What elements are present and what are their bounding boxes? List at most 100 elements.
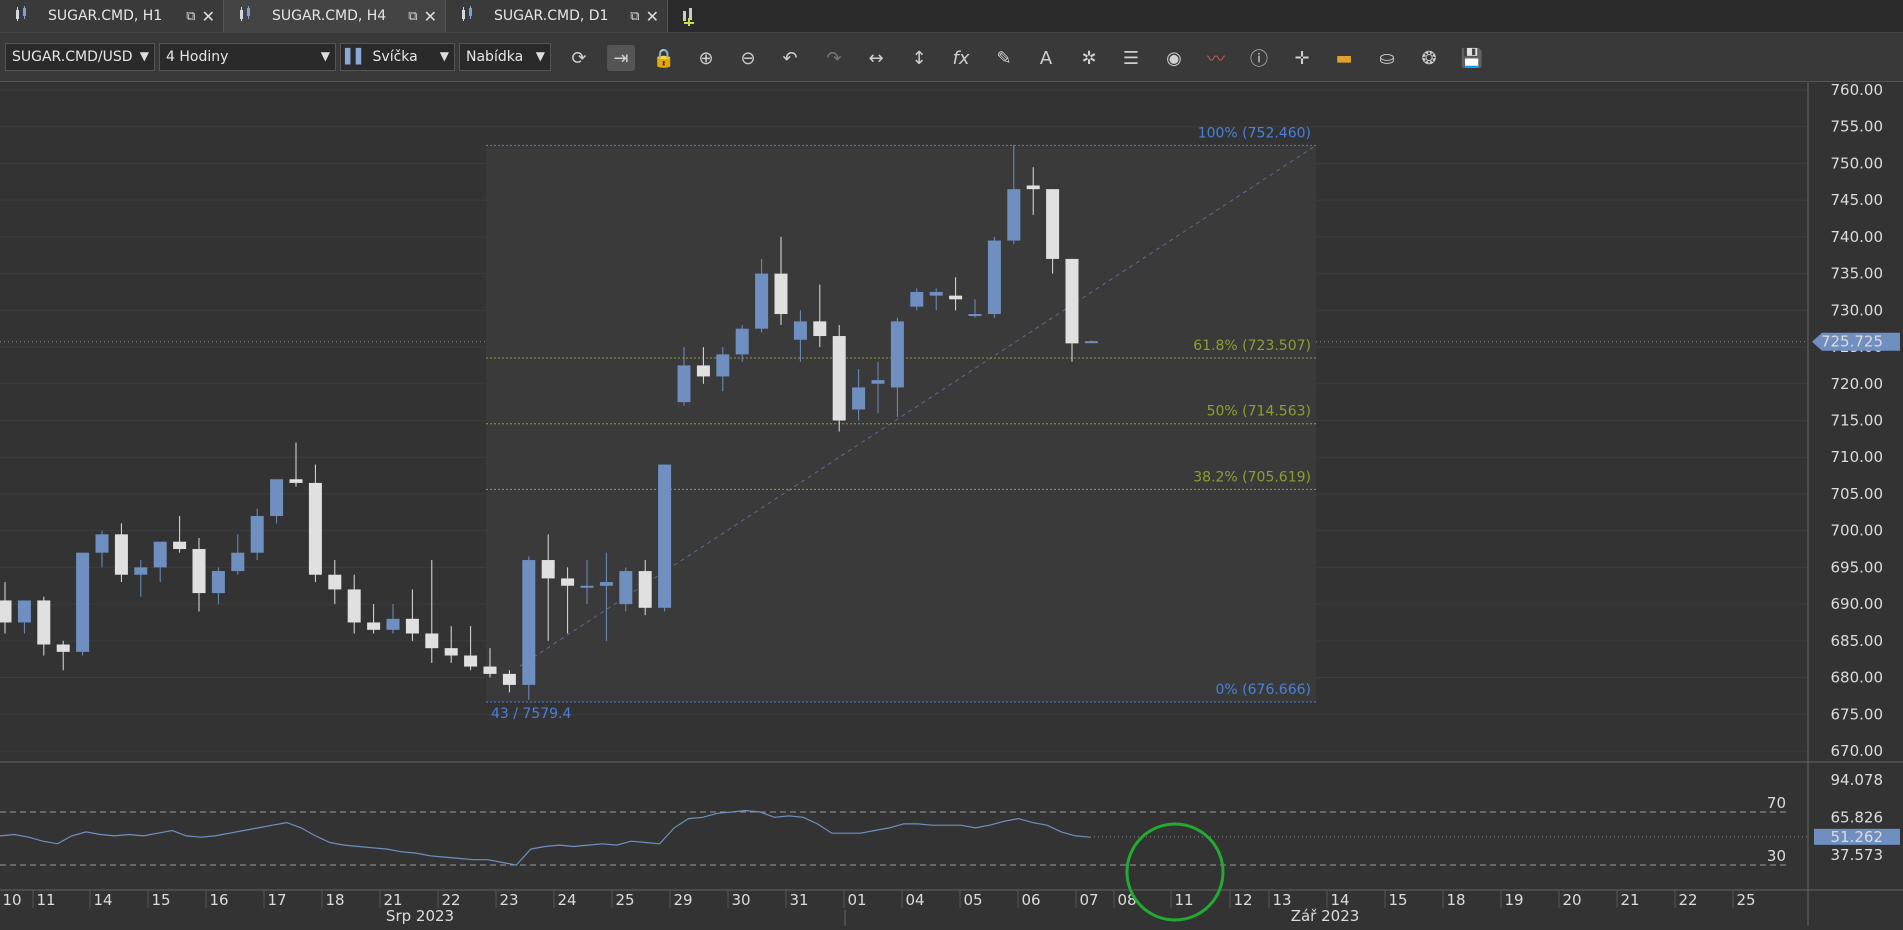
fibonacci-tool[interactable]: 100% (752.460) 61.8% (723.507) 50% (714.56… — [486, 125, 1317, 722]
crosshair-icon[interactable]: ✛ — [1288, 45, 1316, 71]
candle-body — [464, 655, 478, 667]
price-tick-label: 685.00 — [1831, 632, 1884, 650]
close-icon[interactable]: ✕ — [202, 7, 215, 26]
chart-type-value: Svíčka — [372, 49, 418, 65]
period-select[interactable]: 4 Hodiny ▼ — [159, 43, 336, 71]
price-tick-label: 670.00 — [1831, 742, 1884, 760]
candle-body — [968, 314, 982, 317]
candle-body — [1046, 189, 1060, 259]
price-chart[interactable]: 100% (752.460) 61.8% (723.507) 50% (714.56… — [0, 81, 1903, 926]
horizontal-scale-icon[interactable]: ↔ — [862, 45, 890, 71]
tab-h4[interactable]: SUGAR.CMD, H4 ⧉ ✕ — [224, 0, 446, 32]
time-tick-label: 10 — [2, 891, 21, 909]
candle-body — [425, 633, 439, 649]
function-icon[interactable]: fx — [947, 45, 975, 71]
price-tick-label: 715.00 — [1831, 412, 1884, 430]
new-chart-icon[interactable] — [680, 5, 702, 27]
current-price-label: 725.725 — [1821, 333, 1883, 351]
shift-chart-icon[interactable]: ⇥ — [607, 45, 635, 71]
price-tick-label: 730.00 — [1831, 301, 1884, 319]
time-tick-label: 18 — [325, 891, 344, 909]
candle-body — [95, 534, 109, 553]
rsi-tick-label: 94.078 — [1831, 771, 1884, 789]
text-icon[interactable]: A — [1032, 45, 1060, 71]
month-label: Zář 2023 — [1291, 907, 1360, 925]
time-tick-label: 31 — [789, 891, 808, 909]
candle-body — [1084, 341, 1098, 344]
candle-body — [755, 273, 769, 329]
candle-body — [367, 622, 381, 630]
candle-body — [483, 666, 497, 674]
candle-body — [793, 321, 807, 340]
vertical-scale-icon[interactable]: ↕ — [905, 45, 933, 71]
time-tick-label: 12 — [1233, 891, 1252, 909]
candle-body — [638, 571, 652, 608]
save-icon[interactable]: 💾 — [1458, 45, 1486, 71]
ruler-icon[interactable]: ▬ — [1330, 45, 1358, 71]
alert-chart-icon[interactable]: 〰 — [1202, 45, 1230, 71]
zoom-out-icon[interactable]: ⊖ — [734, 45, 762, 71]
chart-area[interactable]: 100% (752.460) 61.8% (723.507) 50% (714.56… — [0, 81, 1903, 926]
paint-bucket-icon[interactable]: ⛀ — [1373, 45, 1401, 71]
month-label: Srp 2023 — [386, 907, 454, 925]
candle-body — [289, 479, 303, 483]
pattern-icon[interactable]: ✲ — [1075, 45, 1103, 71]
info-icon[interactable]: ⓘ — [1245, 45, 1273, 71]
pencil-icon[interactable]: ✎ — [990, 45, 1018, 71]
side-select[interactable]: Nabídka ▼ — [459, 43, 551, 71]
sync-icon[interactable]: ❂ — [1415, 45, 1443, 71]
candle-body — [270, 479, 284, 516]
candle-body — [599, 582, 613, 586]
chevron-down-icon: ▼ — [139, 49, 149, 63]
time-axis[interactable]: 10 11 14 15 16 17 18 21 22 23 24 25 29 30 31 01 04 05 06 07… — [0, 890, 1756, 926]
eye-icon[interactable]: ◉ — [1160, 45, 1188, 71]
candle-body — [250, 515, 264, 553]
candle-body — [658, 464, 672, 608]
close-icon[interactable]: ✕ — [424, 7, 437, 26]
period-value: 4 Hodiny — [166, 49, 229, 65]
rsi-current-label: 51.262 — [1831, 828, 1884, 846]
time-tick-label: 11 — [36, 891, 55, 909]
price-tick-label: 750.00 — [1831, 154, 1884, 172]
undo-icon[interactable]: ↶ — [776, 45, 804, 71]
candle-body — [56, 644, 70, 652]
detach-icon[interactable]: ⧉ — [630, 9, 639, 24]
candles-icon — [460, 6, 478, 26]
time-tick-label: 15 — [151, 891, 170, 909]
candle — [76, 552, 90, 656]
candle-body — [444, 648, 458, 656]
tab-h1[interactable]: SUGAR.CMD, H1 ⧉ ✕ — [0, 0, 224, 32]
tab-label: SUGAR.CMD, H4 — [272, 8, 387, 24]
candle-body — [813, 321, 827, 337]
price-axis[interactable]: 760.00 755.00 750.00 745.00 740.00 735.00 730.… — [1812, 81, 1900, 760]
detach-icon[interactable]: ⧉ — [408, 9, 417, 24]
time-tick-label: 29 — [673, 891, 692, 909]
tab-d1[interactable]: SUGAR.CMD, D1 ⧉ ✕ — [446, 0, 668, 32]
detach-icon[interactable]: ⧉ — [186, 9, 195, 24]
lock-icon[interactable]: 🔒 — [650, 45, 678, 71]
rsi-pane: 70 30 94.078 65.826 37.57351.262 — [0, 771, 1900, 866]
instrument-select[interactable]: SUGAR.CMD/USD ▼ — [5, 43, 155, 71]
time-tick-label: 11 — [1174, 891, 1193, 909]
candle — [658, 464, 672, 612]
chart-type-select[interactable]: ▌▌ Svíčka ▼ — [340, 43, 455, 71]
candle-body — [716, 354, 730, 377]
side-value: Nabídka — [466, 49, 524, 65]
candle-body — [0, 600, 12, 623]
rsi-level-label: 70 — [1767, 794, 1786, 812]
candle-body — [871, 380, 885, 384]
chevron-down-icon: ▼ — [535, 49, 545, 63]
zoom-in-icon[interactable]: ⊕ — [692, 45, 720, 71]
close-icon[interactable]: ✕ — [646, 7, 659, 26]
price-tick-label: 740.00 — [1831, 228, 1884, 246]
candle-body — [949, 295, 963, 300]
time-tick-label: 16 — [209, 891, 228, 909]
redo-icon[interactable]: ↷ — [820, 45, 848, 71]
candle-body — [580, 585, 594, 588]
candle-body — [134, 567, 148, 575]
candle-body — [76, 552, 90, 652]
instrument-value: SUGAR.CMD/USD — [12, 49, 133, 65]
refresh-icon[interactable]: ⟳ — [565, 45, 593, 71]
time-tick-label: 22 — [1678, 891, 1697, 909]
layers-icon[interactable]: ☰ — [1117, 45, 1145, 71]
